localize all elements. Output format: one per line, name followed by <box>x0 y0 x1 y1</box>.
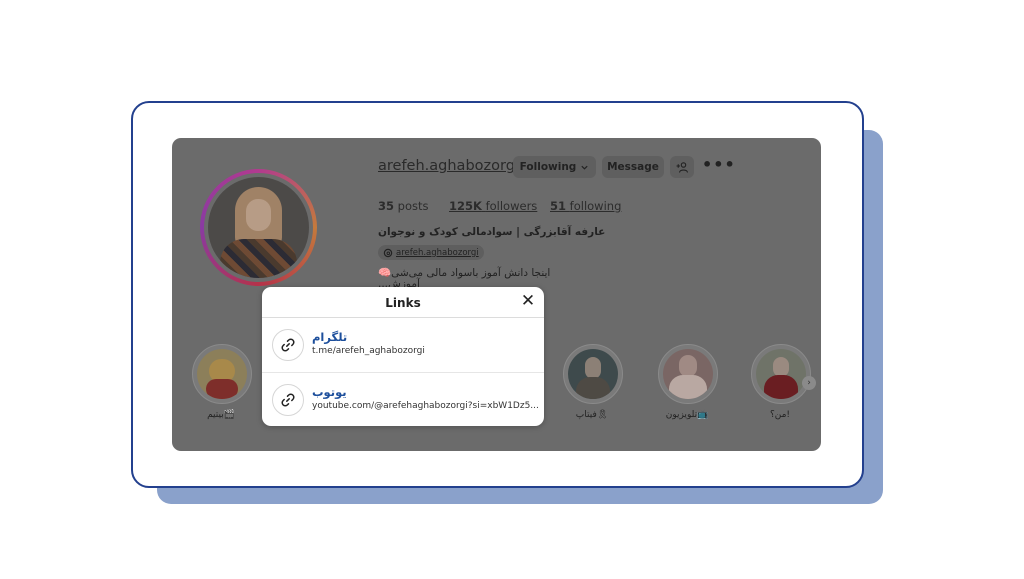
add-person-icon <box>676 161 688 173</box>
followers-label: followers <box>485 199 538 213</box>
profile-username[interactable]: arefeh.aghabozorgi <box>378 158 519 174</box>
posts-number: 35 <box>378 199 395 213</box>
avatar-face <box>246 199 271 231</box>
link-icon <box>272 384 304 416</box>
avatar-gap <box>204 173 313 282</box>
link-title: یوتوب <box>312 385 347 399</box>
following-link[interactable]: 51 following <box>550 199 621 213</box>
posts-label: posts <box>397 199 429 213</box>
link-title: تلگرام <box>312 330 348 344</box>
avatar <box>208 177 309 278</box>
divider <box>262 317 544 318</box>
highlight-cover <box>663 349 713 399</box>
following-label: following <box>569 199 622 213</box>
link-icon <box>272 329 304 361</box>
avatar-clothing <box>220 239 297 278</box>
close-icon[interactable]: ✕ <box>519 292 537 310</box>
posts-count: 35 posts <box>378 199 429 213</box>
highlight-label: فیتاپ🎗 <box>575 410 609 420</box>
link-item-youtube[interactable]: یوتوب youtube.com/@arefehaghabozorgi?si=… <box>272 380 539 422</box>
message-button-label: Message <box>607 161 659 173</box>
highlight-label: بیتیم🎬 <box>207 410 235 420</box>
message-button[interactable]: Message <box>602 156 664 178</box>
followers-link[interactable]: 125K followers <box>449 199 537 213</box>
links-dialog: Links ✕ تلگرام t.me/arefeh_aghabozorgi ی… <box>262 287 544 426</box>
highlight-cover <box>197 349 247 399</box>
following-button-label: Following <box>519 161 577 173</box>
threads-handle: arefeh.aghabozorgi <box>396 247 479 258</box>
highlight-label: تلویزیون📺 <box>665 410 709 420</box>
highlight-label: من؟! <box>769 410 791 420</box>
story-highlight-bitim[interactable] <box>192 344 252 404</box>
profile-full-name: عارفه آقابزرگی | سوادمالی کودک و نوجوان <box>378 226 606 238</box>
profile-avatar-ring[interactable] <box>200 169 317 286</box>
following-number: 51 <box>550 199 567 213</box>
story-highlight-fitap[interactable] <box>563 344 623 404</box>
story-highlight-television[interactable] <box>658 344 718 404</box>
divider <box>262 372 544 373</box>
followers-number: 125K <box>449 199 482 213</box>
following-button[interactable]: Following <box>513 156 596 178</box>
chevron-down-icon <box>581 165 588 170</box>
suggest-people-button[interactable] <box>670 156 694 178</box>
threads-icon <box>383 248 393 257</box>
chevron-right-icon[interactable]: › <box>802 376 816 390</box>
link-url: t.me/arefeh_aghabozorgi <box>312 346 425 356</box>
highlight-cover <box>568 349 618 399</box>
highlight-cover <box>756 349 806 399</box>
dialog-title: Links <box>385 296 421 310</box>
more-options-icon[interactable]: ••• <box>702 157 735 177</box>
story-highlight-man[interactable] <box>751 344 811 404</box>
link-item-telegram[interactable]: تلگرام t.me/arefeh_aghabozorgi <box>272 325 534 367</box>
link-url: youtube.com/@arefehaghabozorgi?si=xbW1Dz… <box>312 401 539 411</box>
threads-badge[interactable]: arefeh.aghabozorgi <box>378 245 484 260</box>
